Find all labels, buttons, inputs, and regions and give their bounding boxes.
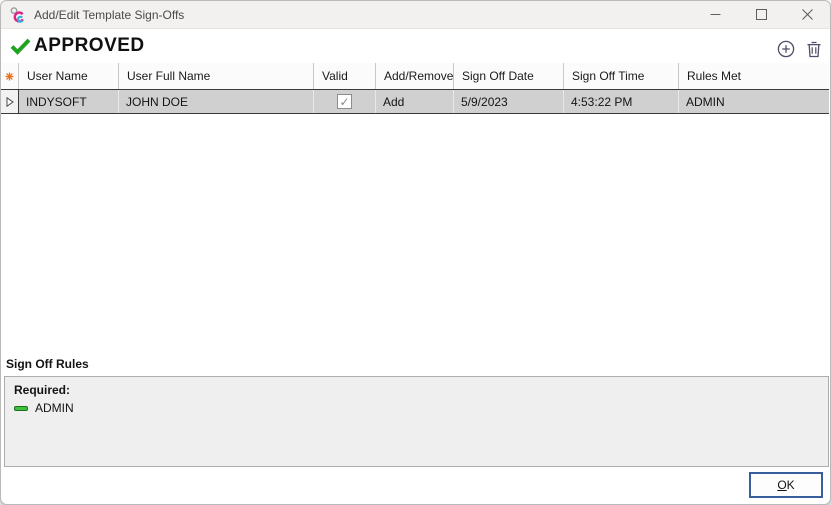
column-header-user-name[interactable]: User Name: [19, 63, 119, 89]
grid-header-selector: [1, 63, 19, 89]
trash-icon: [806, 40, 822, 58]
approved-check-icon: [10, 38, 31, 55]
close-button[interactable]: [784, 1, 830, 28]
cell-sign-off-date[interactable]: 5/9/2023: [454, 90, 564, 113]
column-header-valid[interactable]: Valid: [314, 63, 376, 89]
dialog-add-edit-template-signoffs: Add/Edit Template Sign-Offs: [0, 0, 831, 505]
window-title: Add/Edit Template Sign-Offs: [34, 8, 184, 22]
column-header-sign-off-time[interactable]: Sign Off Time: [564, 63, 679, 89]
column-header-add-remove[interactable]: Add/Remove: [376, 63, 454, 89]
required-asterisk-icon: [5, 72, 14, 81]
valid-checkbox[interactable]: ✓: [337, 94, 352, 109]
cell-rules-met[interactable]: ADMIN: [679, 90, 829, 113]
cell-sign-off-time[interactable]: 4:53:22 PM: [564, 90, 679, 113]
rule-dash-icon: [14, 406, 28, 411]
minimize-icon: [710, 9, 721, 20]
cell-add-remove[interactable]: Add: [376, 90, 454, 113]
cell-user-full-name[interactable]: JOHN DOE: [119, 90, 314, 113]
add-signoff-button[interactable]: [776, 39, 795, 58]
minimize-button[interactable]: [692, 1, 738, 28]
cell-valid[interactable]: ✓: [314, 90, 376, 113]
sign-off-rules-panel: Required: ADMIN: [4, 376, 829, 467]
window-controls: [692, 1, 830, 28]
maximize-icon: [756, 9, 767, 20]
title-bar[interactable]: Add/Edit Template Sign-Offs: [1, 1, 830, 29]
ok-button[interactable]: OK: [749, 472, 823, 498]
column-header-user-full-name[interactable]: User Full Name: [119, 63, 314, 89]
required-label: Required:: [14, 383, 70, 397]
close-icon: [802, 9, 813, 20]
maximize-button[interactable]: [738, 1, 784, 28]
column-header-rules-met[interactable]: Rules Met: [679, 63, 829, 89]
app-logo-icon: [9, 6, 27, 24]
sign-off-rules-label: Sign Off Rules: [6, 357, 89, 371]
rule-name: ADMIN: [35, 401, 74, 415]
table-row[interactable]: INDYSOFT JOHN DOE ✓ Add 5/9/2023 4:53:22…: [1, 90, 829, 114]
ok-button-label: OK: [777, 478, 794, 492]
list-item: ADMIN: [14, 401, 74, 415]
row-selector-cell[interactable]: [1, 90, 19, 113]
row-current-arrow-icon: [6, 97, 14, 107]
status-header: APPROVED: [1, 30, 830, 63]
delete-signoff-button[interactable]: [804, 39, 823, 58]
toolbar: [776, 39, 823, 58]
circle-plus-icon: [777, 40, 795, 58]
cell-user-name[interactable]: INDYSOFT: [19, 90, 119, 113]
signoffs-grid: User Name User Full Name Valid Add/Remov…: [1, 63, 829, 114]
status-label: APPROVED: [34, 35, 145, 57]
grid-header-row: User Name User Full Name Valid Add/Remov…: [1, 63, 829, 90]
column-header-sign-off-date[interactable]: Sign Off Date: [454, 63, 564, 89]
